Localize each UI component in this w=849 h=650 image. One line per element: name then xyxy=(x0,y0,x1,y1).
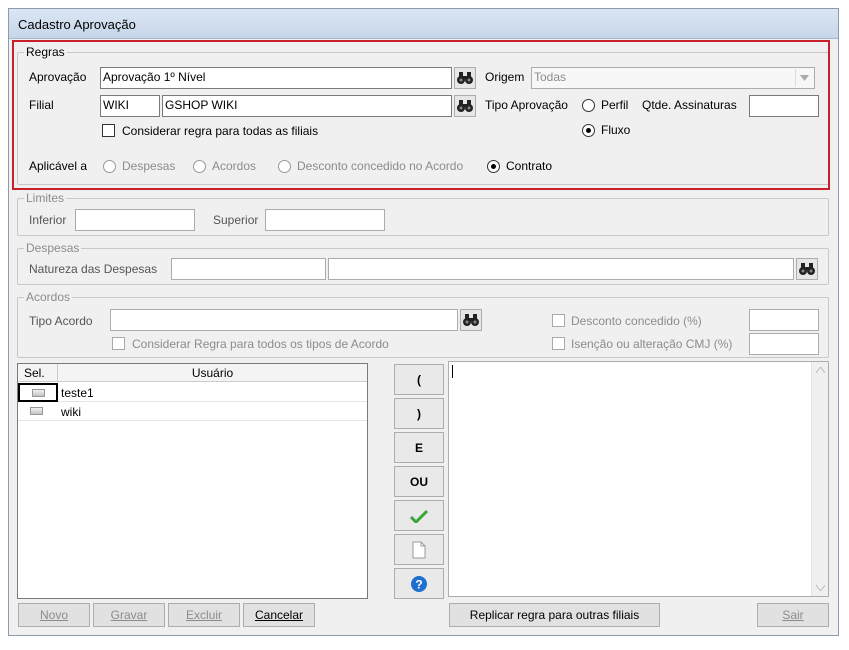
vertical-scrollbar[interactable] xyxy=(811,362,828,596)
qtde-assinaturas-label: Qtde. Assinaturas xyxy=(642,98,737,112)
svg-text:?: ? xyxy=(415,577,422,591)
table-row[interactable]: wiki xyxy=(18,402,367,421)
acordos-legend: Acordos xyxy=(26,290,71,304)
filial-search-button[interactable] xyxy=(454,95,476,117)
title-bar: Cadastro Aprovação xyxy=(9,9,838,39)
aplicavel-despesas-radio[interactable] xyxy=(103,160,116,173)
text-caret xyxy=(452,365,453,378)
usuario-cell: wiki xyxy=(61,405,81,419)
aprovacao-input[interactable]: Aprovação 1º Nível xyxy=(100,67,452,89)
cadastro-aprovacao-window: Cadastro Aprovação Regras Aprovação Apro… xyxy=(8,8,839,636)
cancelar-label: Cancelar xyxy=(254,608,304,622)
row-checkbox[interactable] xyxy=(30,407,43,415)
filial-code-input[interactable]: WIKI xyxy=(100,95,160,117)
natureza-code-input[interactable] xyxy=(171,258,326,280)
isencao-label: Isenção ou alteração CMJ (%) xyxy=(571,337,733,351)
considerar-filiais-checkbox[interactable] xyxy=(102,124,115,137)
considerar-tipos-checkbox[interactable] xyxy=(112,337,125,350)
isencao-checkbox[interactable] xyxy=(552,337,565,350)
grid-header: Sel. Usuário xyxy=(18,364,367,382)
novo-button[interactable]: Novo xyxy=(18,603,90,627)
binoculars-icon xyxy=(799,263,815,275)
desconto-checkbox[interactable] xyxy=(552,314,565,327)
chevron-down-icon[interactable] xyxy=(795,69,813,87)
aplicavel-contrato-label: Contrato xyxy=(506,159,553,173)
cancelar-button[interactable]: Cancelar xyxy=(243,603,315,627)
open-paren-button[interactable]: ( xyxy=(394,364,444,395)
natureza-search-button[interactable] xyxy=(796,258,818,280)
desconto-label: Desconto concedido (%) xyxy=(571,314,702,328)
aplicavel-acordos-radio[interactable] xyxy=(193,160,206,173)
origem-select[interactable]: Todas xyxy=(531,67,815,89)
check-icon xyxy=(410,509,428,523)
inferior-input[interactable] xyxy=(75,209,195,231)
new-document-button[interactable] xyxy=(394,534,444,565)
binoculars-icon xyxy=(457,100,473,112)
sair-label: Sair xyxy=(782,608,804,622)
tipo-perfil-radio[interactable] xyxy=(582,99,595,112)
aplicavel-desconto-radio[interactable] xyxy=(278,160,291,173)
tipo-acordo-input[interactable] xyxy=(110,309,458,331)
aplicavel-despesas-label: Despesas xyxy=(122,159,176,173)
tipo-perfil-label: Perfil xyxy=(601,98,629,112)
document-icon xyxy=(412,541,426,558)
gravar-label: Gravar xyxy=(110,608,148,622)
aplicavel-label: Aplicável a xyxy=(29,159,88,173)
gravar-button[interactable]: Gravar xyxy=(93,603,165,627)
and-button[interactable]: E xyxy=(394,432,444,463)
scroll-down-icon[interactable] xyxy=(816,585,825,591)
tipo-acordo-search-button[interactable] xyxy=(460,309,482,331)
filial-name-input[interactable]: GSHOP WIKI xyxy=(162,95,452,117)
window-title: Cadastro Aprovação xyxy=(18,17,136,32)
desconto-input[interactable] xyxy=(749,309,819,331)
inferior-label: Inferior xyxy=(29,213,67,227)
natureza-label: Natureza das Despesas xyxy=(29,262,158,276)
row-checkbox[interactable] xyxy=(32,389,45,397)
aplicavel-acordos-label: Acordos xyxy=(212,159,257,173)
aprovacao-label: Aprovação xyxy=(29,70,87,84)
table-row[interactable]: teste1 xyxy=(18,383,367,402)
col-sel-header[interactable]: Sel. xyxy=(18,364,58,382)
help-icon: ? xyxy=(411,575,427,592)
col-usuario-header[interactable]: Usuário xyxy=(58,364,367,382)
or-button[interactable]: OU xyxy=(394,466,444,497)
aplicavel-contrato-radio[interactable] xyxy=(487,160,500,173)
superior-input[interactable] xyxy=(265,209,385,231)
excluir-button[interactable]: Excluir xyxy=(168,603,240,627)
tipo-acordo-label: Tipo Acordo xyxy=(29,314,93,328)
considerar-filiais-label: Considerar regra para todas as filiais xyxy=(122,124,319,138)
isencao-input[interactable] xyxy=(749,333,819,355)
replicar-button[interactable]: Replicar regra para outras filiais xyxy=(449,603,660,627)
aprovacao-search-button[interactable] xyxy=(454,67,476,89)
origem-label: Origem xyxy=(485,70,525,84)
row-select-cell[interactable] xyxy=(18,383,58,402)
validate-button[interactable] xyxy=(394,500,444,531)
expression-editor[interactable] xyxy=(448,361,829,597)
help-button[interactable]: ? xyxy=(394,568,444,599)
limites-legend: Limites xyxy=(26,191,65,205)
excluir-label: Excluir xyxy=(185,608,222,622)
aplicavel-desconto-label: Desconto concedido no Acordo xyxy=(297,159,464,173)
despesas-legend: Despesas xyxy=(26,241,80,255)
close-paren-button[interactable]: ) xyxy=(394,398,444,429)
binoculars-icon xyxy=(457,72,473,84)
qtde-assinaturas-input[interactable] xyxy=(749,95,819,117)
tipo-fluxo-radio[interactable] xyxy=(582,124,595,137)
natureza-name-input[interactable] xyxy=(328,258,794,280)
novo-label: Novo xyxy=(39,608,68,622)
superior-label: Superior xyxy=(213,213,259,227)
usuario-cell: teste1 xyxy=(61,386,94,400)
binoculars-icon xyxy=(463,314,479,326)
scroll-up-icon[interactable] xyxy=(816,367,825,373)
considerar-tipos-label: Considerar Regra para todos os tipos de … xyxy=(132,337,389,351)
sair-button[interactable]: Sair xyxy=(757,603,829,627)
origem-value: Todas xyxy=(534,70,567,84)
usuarios-grid: Sel. Usuário teste1 wiki xyxy=(17,363,368,599)
tipo-aprovacao-label: Tipo Aprovação xyxy=(485,98,568,112)
filial-label: Filial xyxy=(29,98,54,112)
tipo-fluxo-label: Fluxo xyxy=(601,123,631,137)
